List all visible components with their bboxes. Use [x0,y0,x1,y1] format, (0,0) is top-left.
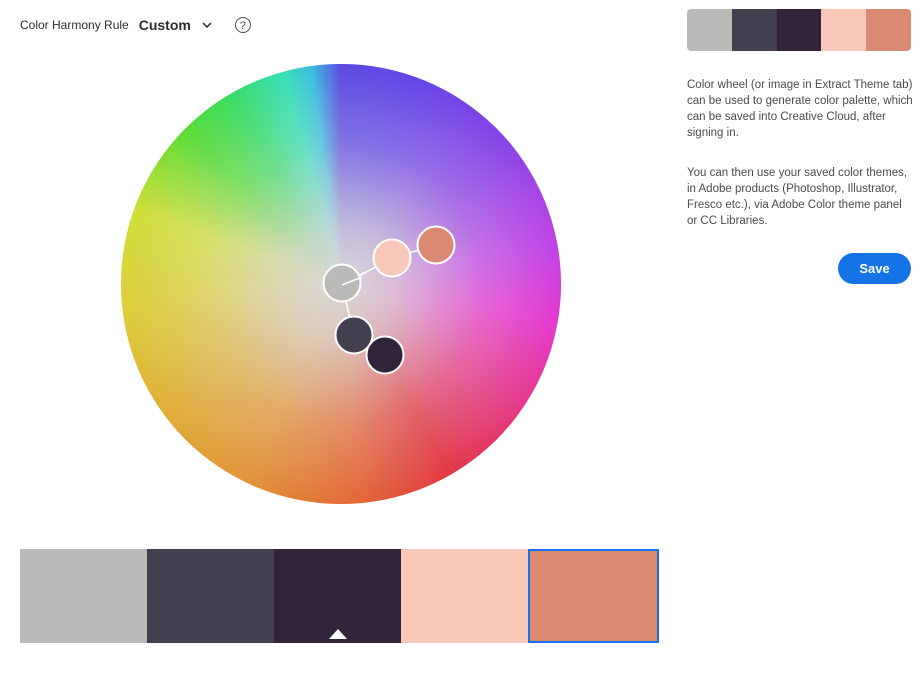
preview-swatch-2 [731,9,777,51]
palette-swatch-5[interactable] [528,549,659,643]
info-text: Color wheel (or image in Extract Theme t… [687,79,913,139]
color-wheel-handles [322,225,456,375]
preview-swatch-1 [687,9,732,51]
harmony-rule-dropdown[interactable]: Custom [139,17,213,33]
palette-swatch-2[interactable] [147,549,274,643]
preview-swatch-3 [776,9,822,51]
preview-swatch-4 [821,9,867,51]
palette-swatch-3[interactable] [274,549,401,643]
preview-swatch-5 [866,9,911,51]
palette-swatch-1[interactable] [20,549,147,643]
color-handle-5[interactable] [416,225,456,265]
color-wheel[interactable] [121,64,561,504]
palette-swatches [20,549,661,643]
palette-preview [687,9,911,51]
harmony-rule-label: Color Harmony Rule [20,18,129,32]
save-button[interactable]: Save [838,253,911,284]
caret-up-icon [328,629,347,639]
chevron-down-icon[interactable] [201,19,213,31]
color-handle-1[interactable] [322,263,362,303]
palette-swatch-4[interactable] [401,549,528,643]
color-handle-3[interactable] [365,335,405,375]
info-text: You can then use your saved color themes… [687,167,908,227]
help-icon[interactable]: ? [234,17,251,33]
harmony-rule-header: Color Harmony Rule Custom ? [20,14,251,36]
harmony-rule-value[interactable]: Custom [139,17,191,33]
color-handle-4[interactable] [372,238,412,278]
